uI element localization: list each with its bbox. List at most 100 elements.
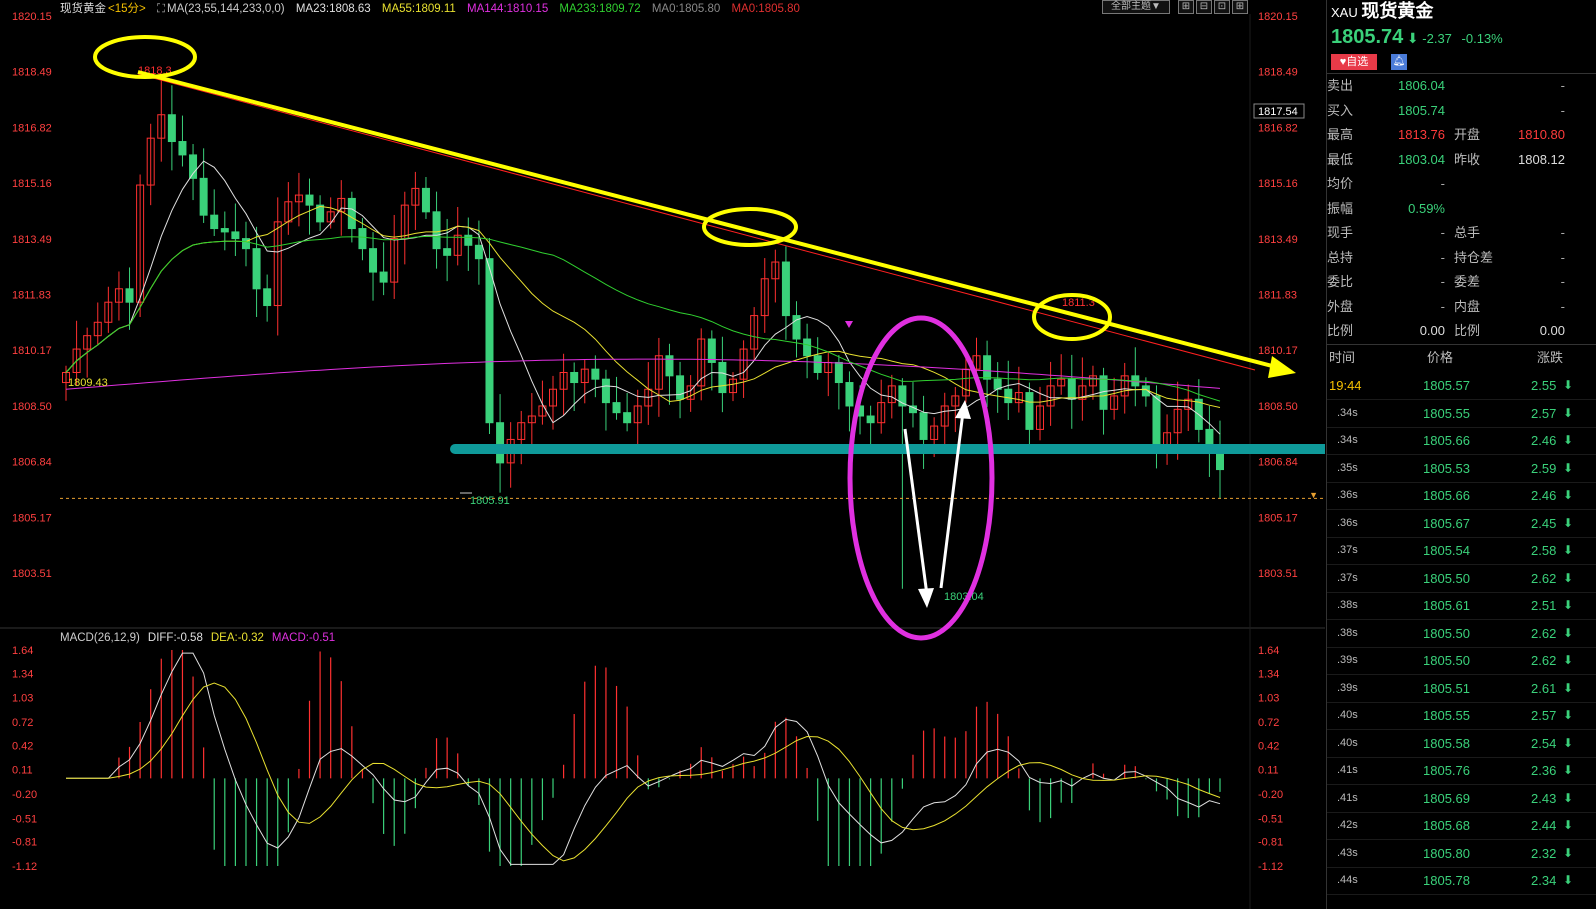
down-arrow-icon: ⬇ [1563, 818, 1574, 832]
down-arrow-icon: ⬇ [1563, 873, 1574, 887]
tick-change: 2.54 [1531, 735, 1557, 751]
price-axis-right-label: 1810.17 [1258, 345, 1298, 357]
down-arrow-icon: ⬇ [1563, 405, 1574, 420]
settings-icon[interactable]: ⛶ [157, 3, 165, 15]
zoom-out-icon[interactable]: ⊟ [1196, 0, 1212, 14]
candle-body [570, 371, 579, 384]
support-line [450, 444, 1325, 454]
tick-row[interactable]: .38s 1805.61 2.51 ⬇ [1327, 592, 1596, 620]
price-axis-left-label: 1808.50 [12, 401, 52, 413]
ma-params[interactable]: MA(23,55,144,233,0,0) [167, 3, 285, 15]
macd-axis-right-label: 0.42 [1258, 740, 1279, 752]
down-arrow-icon: ⬇ [1563, 488, 1574, 502]
quote-row: 均价 - [1327, 172, 1596, 196]
macd-axis-right-label: -0.20 [1258, 789, 1283, 801]
candle-body [485, 258, 494, 424]
candle-body [464, 234, 473, 246]
candle-body [496, 422, 505, 464]
tick-time: .38s [1337, 626, 1358, 639]
down-arrow-icon: ⬇ [1563, 515, 1574, 530]
price-change-pct: -0.13% [1461, 31, 1503, 46]
tick-price: 1805.67 [1423, 515, 1470, 531]
tick-row[interactable]: .37s 1805.50 2.62 ⬇ [1327, 565, 1596, 593]
tick-row[interactable]: .42s 1805.68 2.44 ⬇ [1327, 812, 1596, 840]
tick-row[interactable]: .41s 1805.76 2.36 ⬇ [1327, 757, 1596, 785]
quote-row: 卖出 1806.04 - [1327, 74, 1596, 98]
bell-icon: 🔔︎ [1392, 56, 1406, 67]
tick-time: .42s [1337, 819, 1358, 831]
quote-row: 最低 1803.04 昨收 1808.12 [1327, 148, 1596, 172]
price-axis-right-label: 1805.17 [1258, 512, 1298, 524]
candle-body [220, 228, 229, 233]
down-arrow-head [918, 588, 934, 608]
tick-row[interactable]: .38s 1805.50 2.62 ⬇ [1327, 620, 1596, 648]
layout-icon[interactable]: ⊡ [1214, 0, 1230, 14]
price-axis-left-label: 1811.83 [12, 290, 51, 302]
quote-row: 委比 - 委差 - [1327, 270, 1596, 294]
theme-button[interactable]: 全部主题▼ [1102, 0, 1170, 14]
quote-label: 比例 [1454, 323, 1481, 338]
tick-row[interactable]: .36s 1805.67 2.45 ⬇ [1327, 510, 1596, 538]
tick-row[interactable]: .40s 1805.55 2.57 ⬇ [1327, 702, 1596, 730]
candlestick-chart[interactable]: 1820.15 1820.151818.49 1818.491816.82 1816.… [0, 0, 1325, 909]
price-axis-right-label: 1803.51 [1258, 568, 1298, 580]
tick-time: .38s [1337, 599, 1358, 611]
interval-label[interactable]: <15分> [108, 3, 146, 15]
tick-row[interactable]: .40s 1805.58 2.54 ⬇ [1327, 730, 1596, 758]
tick-time: .39s [1337, 681, 1358, 694]
quote-panel: XAU 现货黄金 1805.74 ⬇ -2.37 -0.13% ♥自选 🔔︎ 卖… [1326, 0, 1596, 909]
zoom-in-icon[interactable]: ⊞ [1178, 0, 1194, 14]
candle-body [1067, 378, 1076, 400]
quote-value: - [1440, 176, 1445, 191]
quote-row: 总持 - 持仓差 - [1327, 246, 1596, 270]
trend-arrow-head [1268, 356, 1296, 378]
tick-row[interactable]: .34s 1805.66 2.46 ⬇ [1327, 427, 1596, 455]
price-axis-left-label: 1813.49 [12, 234, 52, 246]
candle-body [707, 338, 716, 363]
macd-diff-line [66, 652, 1221, 865]
alert-bell-button[interactable]: 🔔︎ [1391, 54, 1407, 70]
tick-change: 2.51 [1531, 598, 1557, 613]
candle-body [601, 378, 610, 404]
quote-row: 比例 0.00 比例 0.00 [1327, 319, 1596, 343]
quote-value: - [1560, 249, 1565, 265]
tick-time: .37s [1337, 571, 1358, 584]
macd-dea: DEA:-0.32 [210, 632, 264, 644]
down-arrow-icon: ⬇ [1563, 680, 1574, 695]
tick-change: 2.43 [1531, 790, 1557, 806]
tick-row[interactable]: 19:44 1805.57 2.55 ⬇ [1327, 372, 1596, 400]
tick-change: 2.57 [1531, 405, 1557, 421]
candle-body [347, 197, 356, 230]
last-price: 1805.74 [1331, 26, 1404, 48]
candle-body [1025, 392, 1034, 430]
tick-change: 2.55 [1531, 378, 1557, 393]
tick-row[interactable]: .34s 1805.55 2.57 ⬇ [1327, 400, 1596, 428]
quote-label: 最高 [1327, 127, 1354, 142]
symbol-name: 现货黄金 [1361, 1, 1434, 21]
price-axis-right-label: 1813.49 [1258, 234, 1298, 246]
quote-value: - [1560, 78, 1565, 93]
tick-row[interactable]: .41s 1805.69 2.43 ⬇ [1327, 785, 1596, 813]
tick-row[interactable]: .39s 1805.51 2.61 ⬇ [1327, 675, 1596, 703]
tick-row[interactable]: .44s 1805.78 2.34 ⬇ [1327, 867, 1596, 895]
candle-body [866, 415, 875, 424]
tick-row[interactable]: .36s 1805.66 2.46 ⬇ [1327, 482, 1596, 510]
quote-label: 比例 [1327, 323, 1354, 338]
candle-body [167, 114, 176, 143]
price-axis-right-label: 1811.83 [1258, 290, 1297, 302]
expand-icon[interactable]: ⊞ [1232, 0, 1248, 14]
macd-axis-left-label: -0.51 [12, 813, 37, 825]
tick-row[interactable]: .43s 1805.80 2.32 ⬇ [1327, 840, 1596, 868]
tick-row[interactable]: .37s 1805.54 2.58 ⬇ [1327, 537, 1596, 565]
tick-time: .40s [1337, 709, 1358, 721]
macd-label[interactable]: MACD(26,12,9) [60, 632, 140, 644]
tick-row[interactable]: .35s 1805.53 2.59 ⬇ [1327, 455, 1596, 483]
tick-row[interactable]: .39s 1805.50 2.62 ⬇ [1327, 647, 1596, 675]
ma55-value: MA55:1809.11 [381, 3, 456, 15]
candle-body [676, 375, 685, 400]
chart-area[interactable]: 1820.15 1820.15 1818.49 1818.49 1816.82 1816.… [0, 0, 1325, 909]
candle-body [1152, 395, 1161, 450]
tick-time: .44s [1337, 874, 1358, 886]
quote-row: 买入 1805.74 - [1327, 99, 1596, 123]
watchlist-button[interactable]: ♥自选 [1331, 54, 1377, 70]
